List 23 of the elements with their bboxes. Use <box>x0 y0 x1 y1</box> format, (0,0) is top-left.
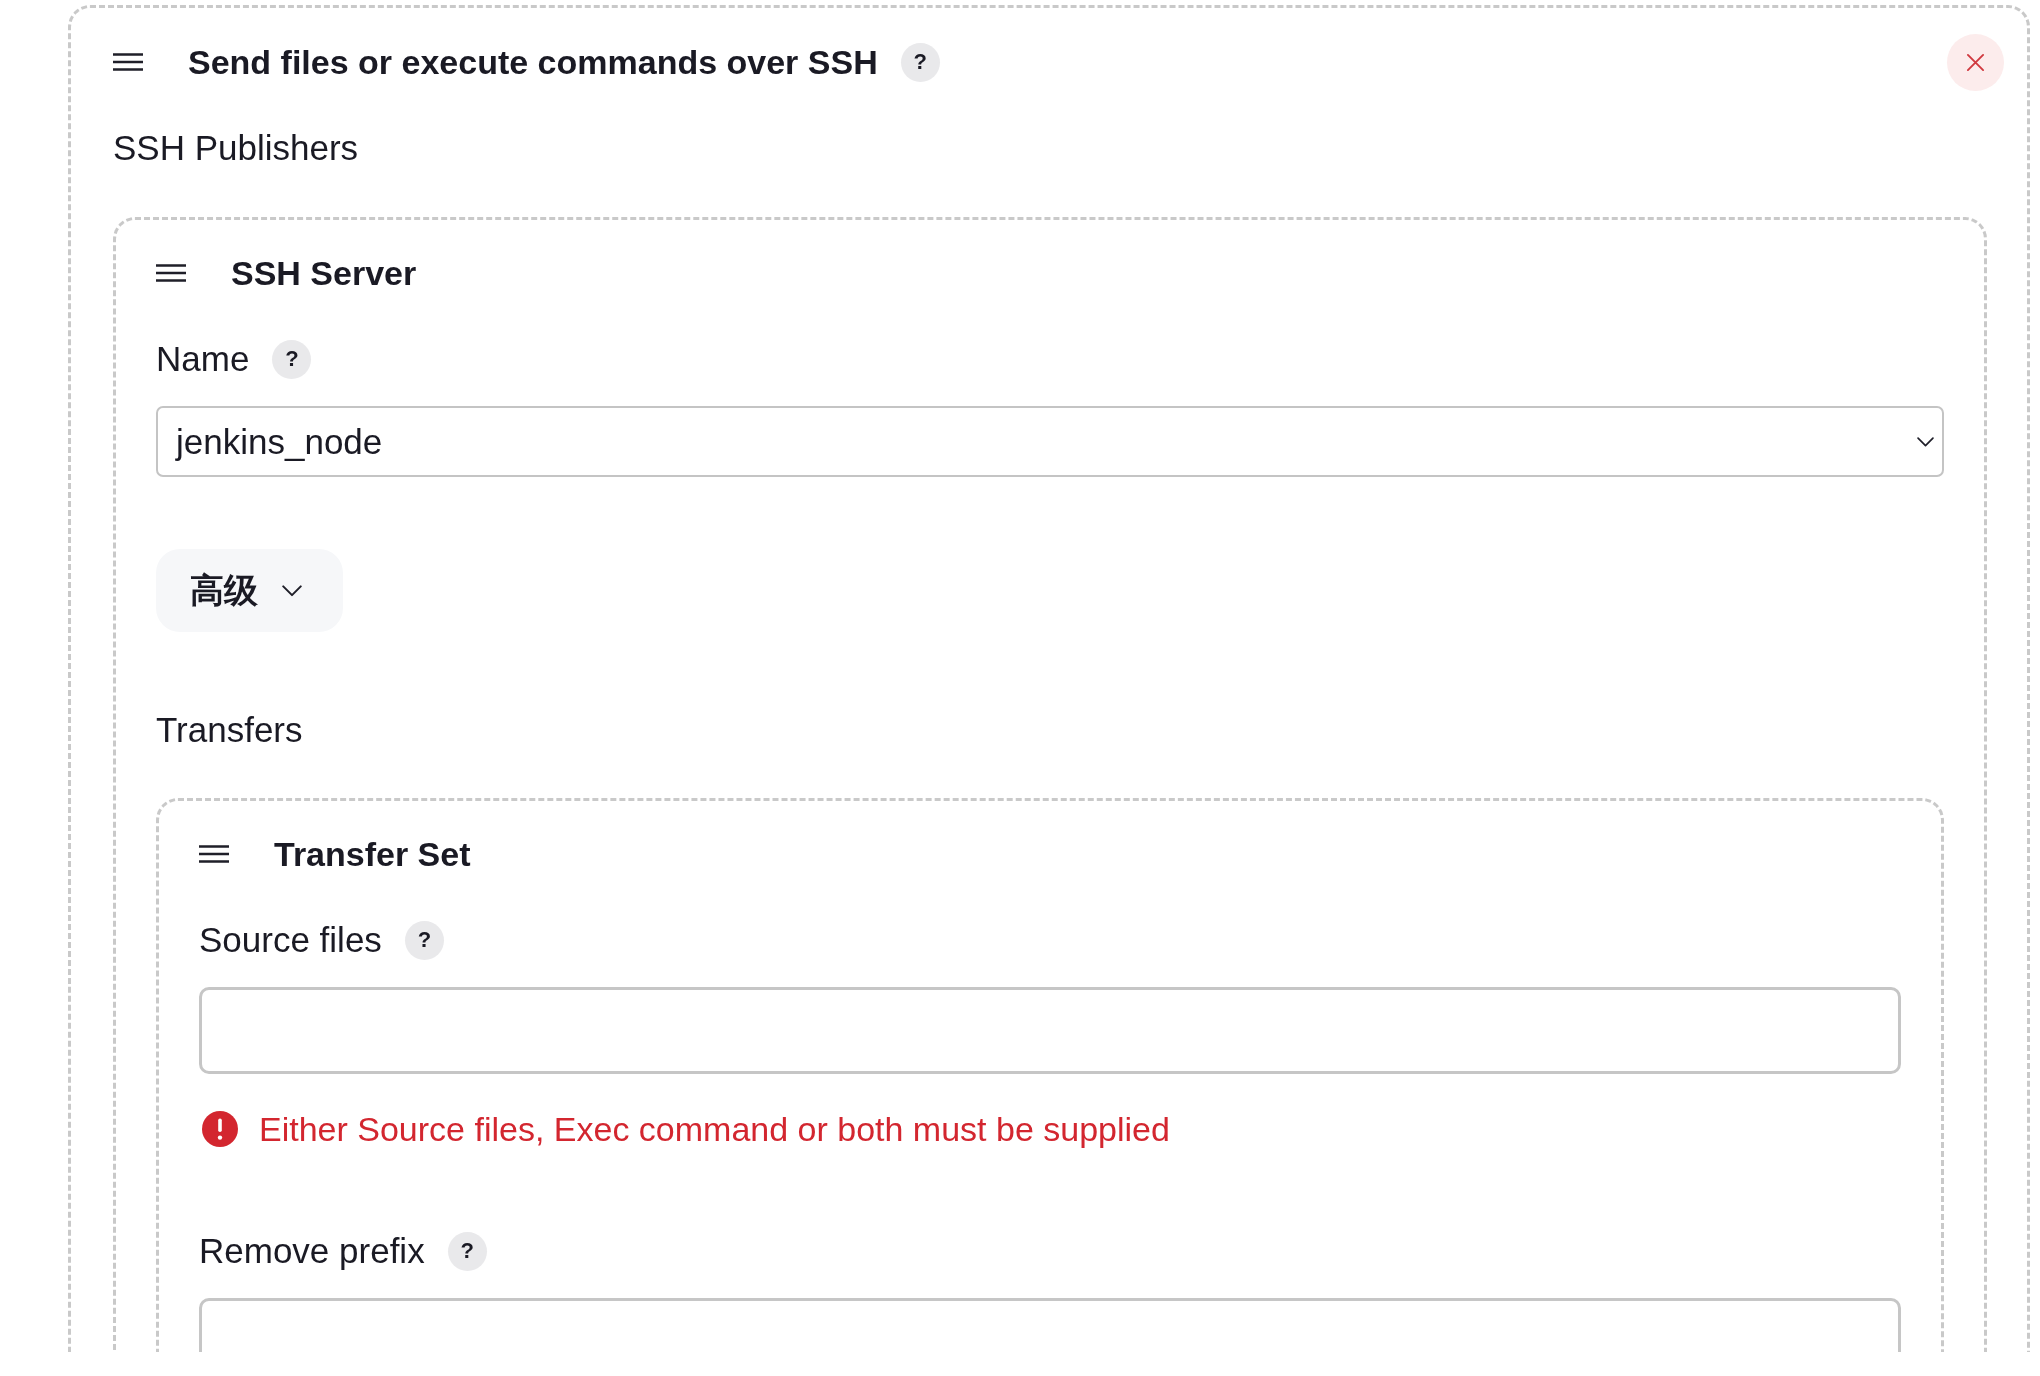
help-button[interactable]: ? <box>272 339 312 379</box>
chevron-down-icon <box>282 584 302 597</box>
menu-icon[interactable] <box>199 845 229 863</box>
section-title: Send files or execute commands over SSH <box>188 42 878 83</box>
help-button[interactable]: ? <box>404 920 444 960</box>
section-title: Transfer Set <box>274 834 471 875</box>
group-label: SSH Publishers <box>113 127 359 169</box>
text-input[interactable] <box>199 987 1901 1074</box>
advanced-button[interactable]: 高级 <box>156 549 343 632</box>
section-title: SSH Server <box>231 253 417 294</box>
chevron-down-icon <box>1917 436 1934 447</box>
name-dropdown[interactable]: jenkins_node <box>156 406 1944 477</box>
field-label: Remove prefix <box>199 1230 425 1272</box>
help-button[interactable]: ? <box>900 42 940 82</box>
menu-icon[interactable] <box>113 53 143 71</box>
help-button[interactable]: ? <box>447 1231 487 1271</box>
alert-icon <box>202 1111 238 1147</box>
field-label: Name <box>156 338 250 380</box>
group-label: Transfers <box>156 709 303 751</box>
error-message: Either Source files, Exec command or both must be supplied <box>259 1109 1170 1149</box>
menu-icon[interactable] <box>156 264 186 282</box>
field-label: Source files <box>199 919 382 961</box>
close-icon <box>1966 52 1985 72</box>
